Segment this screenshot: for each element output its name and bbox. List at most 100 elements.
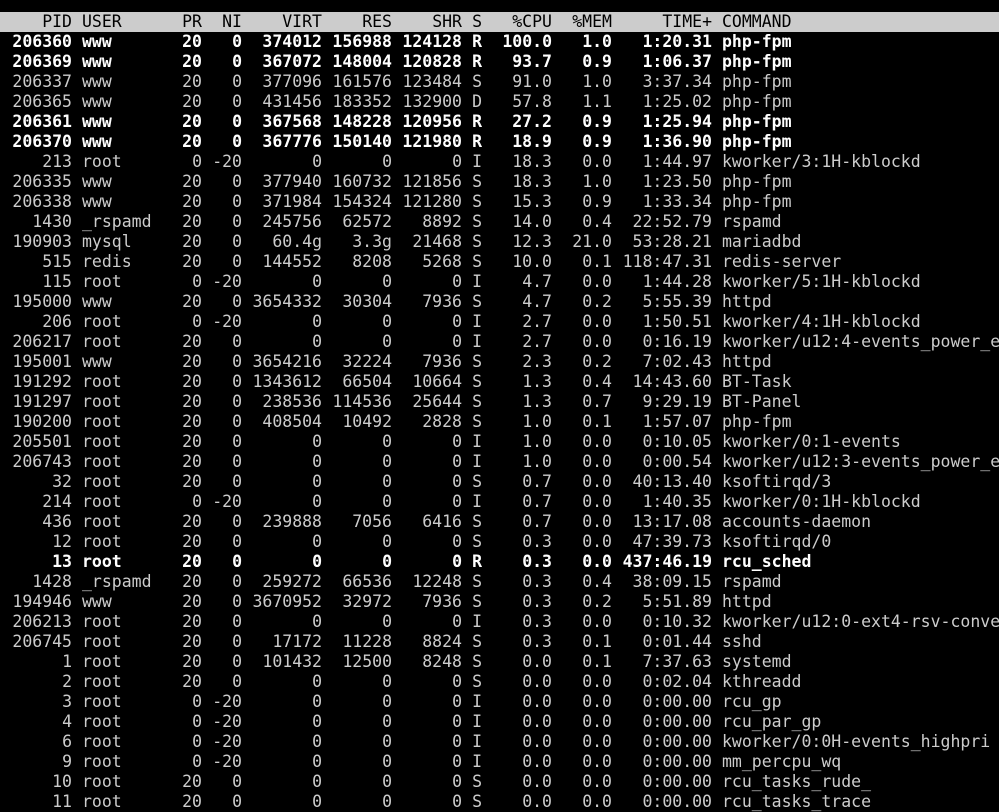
process-res-cell: 0: [382, 312, 392, 331]
process-user-cell: www: [82, 52, 112, 71]
process-state-cell: S: [472, 572, 482, 591]
process-row[interactable]: 190903 mysql 20 0 60.4g 3.3g 21468 S 12.3 21.0 53:…: [0, 232, 999, 252]
process-row[interactable]: 436 root 20 0 239888 7056 6416 S 0.7 0.0 13:17.08 a…: [0, 512, 999, 532]
process-res-cell: 183352: [332, 92, 392, 111]
header-user[interactable]: USER: [72, 12, 162, 32]
process-row[interactable]: 206743 root 20 0 0 0 0 I 1.0 0.0 0:00.54 kworker/u1…: [0, 452, 999, 472]
process-row[interactable]: 115 root 0 -20 0 0 0 I 4.7 0.0 1:44.28 kworker/5:1H…: [0, 272, 999, 292]
process-row[interactable]: 206335 www 20 0 377940 160732 121856 S 18.3 1.0 1:…: [0, 172, 999, 192]
process-row[interactable]: 206213 root 20 0 0 0 0 I 0.3 0.0 0:10.32 kworker/u1…: [0, 612, 999, 632]
process-row[interactable]: 1428 _rspamd 20 0 259272 66536 12248 S 0.3 0.4 38:…: [0, 572, 999, 592]
process-user-cell: www: [82, 32, 112, 51]
header-time[interactable]: TIME+: [612, 12, 712, 32]
process-row[interactable]: 1 root 20 0 101432 12500 8248 S 0.0 0.1 7:37.63 sys…: [0, 652, 999, 672]
process-user-cell: _rspamd: [82, 572, 152, 591]
header-res[interactable]: RES: [322, 12, 392, 32]
process-row[interactable]: 206338 www 20 0 371984 154324 121280 S 15.3 0.9 1:…: [0, 192, 999, 212]
process-virt-cell: 371984: [262, 192, 322, 211]
process-mem-cell: 1.1: [582, 92, 612, 111]
process-row[interactable]: 206361 www 20 0 367568 148228 120956 R 27.2 0.9 1:…: [0, 112, 999, 132]
process-user-cell: root: [82, 492, 122, 511]
process-row[interactable]: 10 root 20 0 0 0 0 S 0.0 0.0 0:00.00 rcu_tasks_rude…: [0, 772, 999, 792]
process-state-cell: D: [472, 92, 482, 111]
process-time-cell: 47:39.73: [632, 532, 712, 551]
process-pr-cell: 20: [182, 452, 202, 471]
process-cpu-cell: 91.0: [512, 72, 552, 91]
process-state-cell: S: [472, 592, 482, 611]
process-mem-cell: 0.9: [582, 52, 612, 71]
header-mem[interactable]: %MEM: [552, 12, 612, 32]
process-row[interactable]: 12 root 20 0 0 0 0 S 0.3 0.0 47:39.73 ksoftirqd/0: [0, 532, 999, 552]
process-pid-cell: 206338: [12, 192, 72, 211]
process-virt-cell: 0: [312, 772, 322, 791]
process-row[interactable]: 194946 www 20 0 3670952 32972 7936 S 0.3 0.2 5:51.…: [0, 592, 999, 612]
process-row[interactable]: 206337 www 20 0 377096 161576 123484 S 91.0 1.0 3:…: [0, 72, 999, 92]
header-command[interactable]: COMMAND: [712, 12, 999, 32]
process-row[interactable]: 213 root 0 -20 0 0 0 I 18.3 0.0 1:44.97 kworker/3:1…: [0, 152, 999, 172]
process-row[interactable]: 191292 root 20 0 1343612 66504 10664 S 1.3 0.4 14:…: [0, 372, 999, 392]
process-row[interactable]: 214 root 0 -20 0 0 0 I 0.7 0.0 1:40.35 kworker/0:1H…: [0, 492, 999, 512]
process-pid-cell: 206213: [12, 612, 72, 631]
process-row[interactable]: 206217 root 20 0 0 0 0 I 2.7 0.0 0:16.19 kworker/u1…: [0, 332, 999, 352]
process-virt-cell: 17172: [272, 632, 322, 651]
process-row[interactable]: 6 root 0 -20 0 0 0 I 0.0 0.0 0:00.00 kworker/0:0H-e…: [0, 732, 999, 752]
process-time-cell: 5:51.89: [642, 592, 712, 611]
process-row[interactable]: 32 root 20 0 0 0 0 S 0.7 0.0 40:13.40 ksoftirqd/3: [0, 472, 999, 492]
process-user-cell: root: [82, 552, 122, 571]
process-command-cell: httpd: [722, 352, 772, 371]
process-res-cell: 0: [382, 692, 392, 711]
process-row[interactable]: 3 root 0 -20 0 0 0 I 0.0 0.0 0:00.00 rcu_gp: [0, 692, 999, 712]
process-row[interactable]: 515 redis 20 0 144552 8208 5268 S 10.0 0.1 118:47.…: [0, 252, 999, 272]
process-command-cell: systemd: [722, 652, 792, 671]
process-ni-cell: 0: [232, 32, 242, 51]
process-time-cell: 1:36.90: [642, 132, 712, 151]
process-shr-cell: 0: [452, 492, 462, 511]
header-state[interactable]: S: [462, 12, 482, 32]
process-user-cell: root: [82, 732, 122, 751]
process-row[interactable]: 195000 www 20 0 3654332 30304 7936 S 4.7 0.2 5:55.…: [0, 292, 999, 312]
header-pid[interactable]: PID: [0, 12, 72, 32]
process-row[interactable]: 206745 root 20 0 17172 11228 8824 S 0.3 0.1 0:01.4…: [0, 632, 999, 652]
process-virt-cell: 0: [312, 472, 322, 491]
process-user-cell: root: [82, 412, 122, 431]
process-row[interactable]: 1430 _rspamd 20 0 245756 62572 8892 S 14.0 0.4 22:…: [0, 212, 999, 232]
process-row[interactable]: 190200 root 20 0 408504 10492 2828 S 1.0 0.1 1:57.…: [0, 412, 999, 432]
process-row[interactable]: 206370 www 20 0 367776 150140 121980 R 18.9 0.9 1:…: [0, 132, 999, 152]
process-row[interactable]: 9 root 0 -20 0 0 0 I 0.0 0.0 0:00.00 mm_percpu_wq: [0, 752, 999, 772]
process-pr-cell: 20: [182, 192, 202, 211]
process-row[interactable]: 206360 www 20 0 374012 156988 124128 R 100.0 1.0 1…: [0, 32, 999, 52]
process-row[interactable]: 195001 www 20 0 3654216 32224 7936 S 2.3 0.2 7:02.…: [0, 352, 999, 372]
process-time-cell: 13:17.08: [632, 512, 712, 531]
header-pr[interactable]: PR: [162, 12, 202, 32]
process-pr-cell: 20: [182, 772, 202, 791]
process-row[interactable]: 206 root 0 -20 0 0 0 I 2.7 0.0 1:50.51 kworker/4:1H…: [0, 312, 999, 332]
process-user-cell: mysql: [82, 232, 132, 251]
process-row[interactable]: 11 root 20 0 0 0 0 S 0.0 0.0 0:00.00 rcu_tasks_trac…: [0, 792, 999, 812]
process-user-cell: root: [82, 612, 122, 631]
header-ni[interactable]: NI: [202, 12, 242, 32]
process-state-cell: I: [472, 752, 482, 771]
process-pid-cell: 190200: [12, 412, 72, 431]
process-time-cell: 0:10.32: [642, 612, 712, 631]
process-row[interactable]: 2 root 20 0 0 0 0 S 0.0 0.0 0:02.04 kthreadd: [0, 672, 999, 692]
process-cpu-cell: 100.0: [502, 32, 552, 51]
process-res-cell: 0: [382, 752, 392, 771]
header-cpu[interactable]: %CPU: [482, 12, 552, 32]
process-row[interactable]: 205501 root 20 0 0 0 0 I 1.0 0.0 0:10.05 kworker/0:…: [0, 432, 999, 452]
process-res-cell: 156988: [332, 32, 392, 51]
process-ni-cell: 0: [232, 572, 242, 591]
process-row[interactable]: 206369 www 20 0 367072 148004 120828 R 93.7 0.9 1:…: [0, 52, 999, 72]
process-res-cell: 0: [382, 532, 392, 551]
process-row[interactable]: 13 root 20 0 0 0 0 R 0.3 0.0 437:46.19 rcu_sched: [0, 552, 999, 572]
process-pr-cell: 0: [192, 712, 202, 731]
process-cpu-cell: 0.3: [522, 632, 552, 651]
process-pid-cell: 2: [62, 672, 72, 691]
process-row[interactable]: 4 root 0 -20 0 0 0 I 0.0 0.0 0:00.00 rcu_par_gp: [0, 712, 999, 732]
process-virt-cell: 0: [312, 732, 322, 751]
process-cpu-cell: 18.3: [512, 152, 552, 171]
process-command-cell: mariadbd: [722, 232, 802, 251]
process-row[interactable]: 206365 www 20 0 431456 183352 132900 D 57.8 1.1 1:…: [0, 92, 999, 112]
process-row[interactable]: 191297 root 20 0 238536 114536 25644 S 1.3 0.7 9:2…: [0, 392, 999, 412]
header-virt[interactable]: VIRT: [242, 12, 322, 32]
header-shr[interactable]: SHR: [392, 12, 462, 32]
